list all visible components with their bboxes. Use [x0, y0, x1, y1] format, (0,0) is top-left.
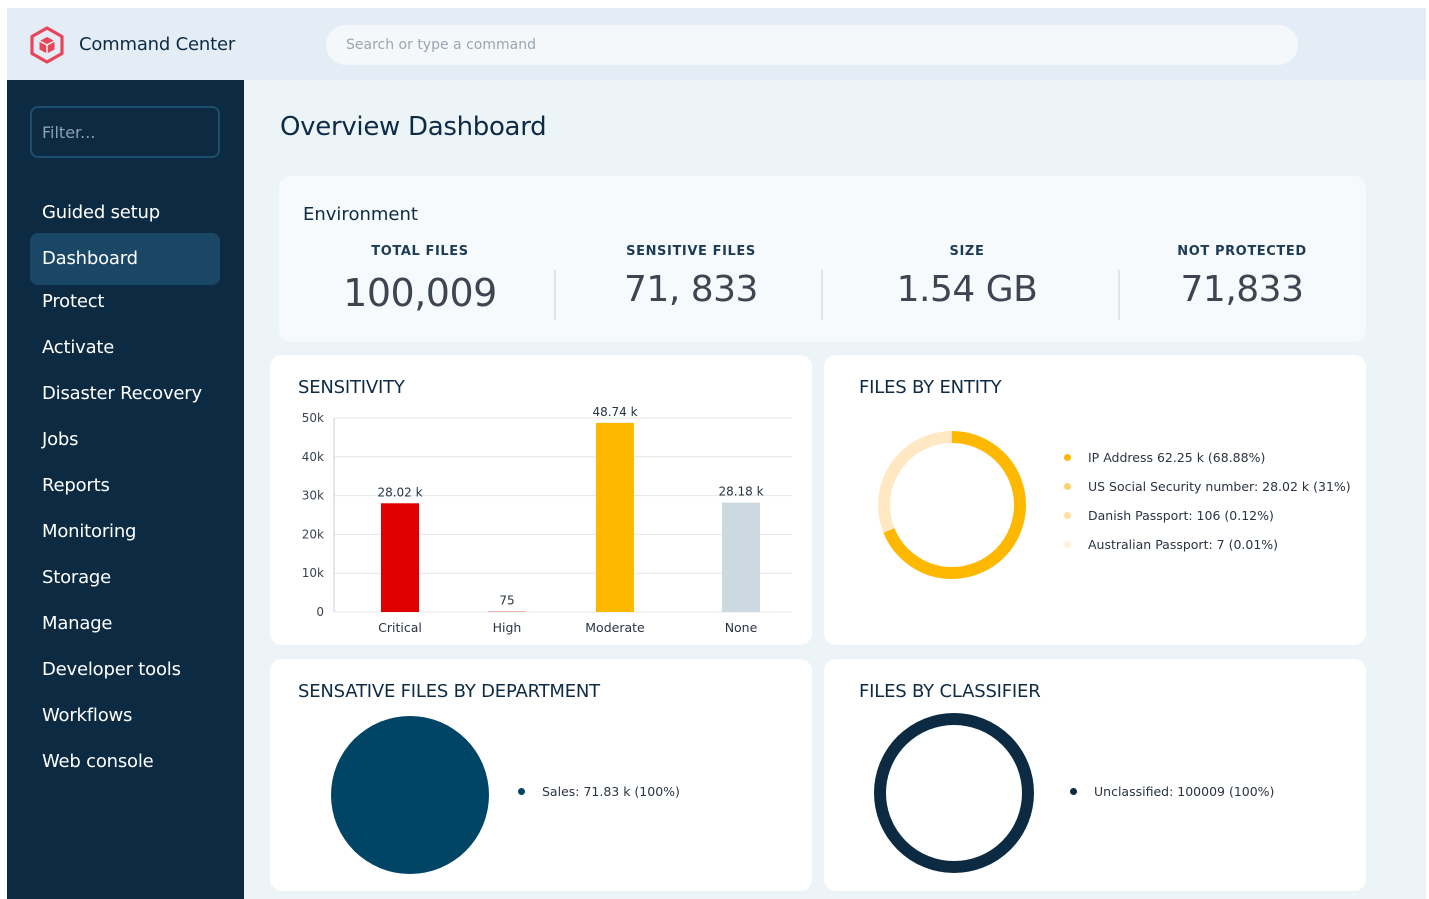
stat-value: 1.54 GB — [896, 269, 1038, 310]
x-tick-label: None — [725, 620, 758, 635]
x-tick-label: High — [493, 620, 522, 635]
legend-label: Sales: 71.83 k (100%) — [542, 784, 680, 799]
department-title: SENSATIVE FILES BY DEPARTMENT — [298, 681, 600, 702]
sidebar-item-storage[interactable]: Storage — [30, 555, 220, 601]
legend-dot — [518, 788, 525, 795]
pie-slice — [331, 716, 489, 874]
cube-logo-icon — [30, 26, 64, 64]
sensitivity-card: SENSITIVITY 0 10k 20k 30k 40k 50k 28.02 k Criti… — [270, 355, 812, 645]
legend-label: IP Address 62.25 k (68.88%) — [1088, 450, 1266, 465]
sidebar-item-jobs[interactable]: Jobs — [30, 417, 220, 463]
filter-input[interactable] — [30, 106, 220, 158]
app-window: Command Center Guided setup Dashboard Pr… — [7, 8, 1426, 899]
environment-title: Environment — [303, 204, 418, 225]
y-tick-label: 30k — [302, 489, 324, 503]
stat-label: NOT PROTECTED — [1177, 244, 1307, 259]
stat-not-protected: NOT PROTECTED 71,833 — [1112, 244, 1372, 310]
legend-dot — [1064, 512, 1071, 519]
legend-item: US Social Security number: 28.02 k (31%) — [1064, 472, 1351, 501]
stat-size: SIZE 1.54 GB — [837, 244, 1097, 310]
y-tick-label: 50k — [302, 411, 324, 425]
legend-dot — [1064, 454, 1071, 461]
sidebar-item-activate[interactable]: Activate — [30, 325, 220, 371]
top-bar: Command Center — [7, 8, 1426, 80]
sidebar-item-guided-setup[interactable]: Guided setup — [30, 190, 220, 236]
legend-item: Danish Passport: 106 (0.12%) — [1064, 501, 1351, 530]
department-pie-chart — [331, 716, 489, 874]
app-title: Command Center — [79, 34, 236, 55]
sidebar-item-developer-tools[interactable]: Developer tools — [30, 647, 220, 693]
donut-slice — [874, 713, 1034, 873]
sidebar-item-reports[interactable]: Reports — [30, 463, 220, 509]
legend-dot — [1064, 541, 1071, 548]
data-label: 75 — [499, 594, 514, 608]
sidebar-nav: Guided setup Dashboard Protect Activate … — [30, 190, 220, 785]
department-legend: Sales: 71.83 k (100%) — [518, 777, 680, 806]
bar — [381, 503, 419, 612]
data-label: 28.02 k — [377, 485, 422, 499]
bar — [596, 422, 634, 612]
sidebar-item-disaster-recovery[interactable]: Disaster Recovery — [30, 371, 220, 417]
legend-label: Danish Passport: 106 (0.12%) — [1088, 508, 1274, 523]
sidebar-item-web-console[interactable]: Web console — [30, 739, 220, 785]
classifier-title: FILES BY CLASSIFIER — [859, 681, 1041, 702]
classifier-card: FILES BY CLASSIFIER Unclassified: 100009… — [824, 659, 1366, 891]
legend-dot — [1064, 483, 1071, 490]
x-tick-label: Critical — [378, 620, 422, 635]
search-input[interactable] — [326, 25, 1298, 65]
y-tick-label: 0 — [316, 605, 324, 619]
legend-item: Unclassified: 100009 (100%) — [1070, 777, 1274, 806]
page-title: Overview Dashboard — [280, 112, 547, 142]
sidebar-item-manage[interactable]: Manage — [30, 601, 220, 647]
y-tick-label: 40k — [302, 450, 324, 464]
stat-sensitive-files: SENSITIVE FILES 71, 833 — [561, 244, 821, 310]
entity-legend: IP Address 62.25 k (68.88%) US Social Se… — [1064, 443, 1351, 559]
legend-item: Sales: 71.83 k (100%) — [518, 777, 680, 806]
stat-divider — [554, 270, 556, 320]
stat-value: 71,833 — [1180, 269, 1304, 310]
stat-label: TOTAL FILES — [371, 244, 469, 259]
sidebar: Guided setup Dashboard Protect Activate … — [7, 80, 244, 899]
legend-label: US Social Security number: 28.02 k (31%) — [1088, 479, 1351, 494]
data-label: 28.18 k — [718, 485, 763, 499]
stat-divider — [821, 270, 823, 320]
environment-card: Environment TOTAL FILES 100,009 SENSITIV… — [279, 176, 1366, 342]
y-tick-label: 10k — [302, 566, 324, 580]
sidebar-item-workflows[interactable]: Workflows — [30, 693, 220, 739]
legend-dot — [1070, 788, 1077, 795]
y-tick-label: 20k — [302, 527, 324, 541]
legend-item: Australian Passport: 7 (0.01%) — [1064, 530, 1351, 559]
sidebar-item-monitoring[interactable]: Monitoring — [30, 509, 220, 555]
sidebar-item-dashboard[interactable]: Dashboard — [30, 233, 220, 285]
classifier-legend: Unclassified: 100009 (100%) — [1070, 777, 1274, 806]
stat-value: 71, 833 — [624, 269, 758, 310]
x-tick-label: Moderate — [585, 620, 645, 635]
legend-label: Unclassified: 100009 (100%) — [1094, 784, 1275, 799]
sidebar-item-protect[interactable]: Protect — [30, 279, 220, 325]
entity-donut-chart — [878, 431, 1026, 579]
stat-label: SIZE — [949, 244, 985, 259]
sensitivity-bar-chart: 0 10k 20k 30k 40k 50k 28.02 k Critical 75 High 48.… — [302, 405, 792, 635]
files-by-entity-card: FILES BY ENTITY IP Address 62.25 k (68.8… — [824, 355, 1366, 645]
legend-label: Australian Passport: 7 (0.01%) — [1088, 537, 1279, 552]
department-card: SENSATIVE FILES BY DEPARTMENT Sales: 71.… — [270, 659, 812, 891]
bar — [722, 502, 760, 612]
classifier-donut-chart — [874, 713, 1034, 873]
data-label: 48.74 k — [592, 405, 637, 419]
stat-value: 100,009 — [343, 271, 497, 315]
legend-item: IP Address 62.25 k (68.88%) — [1064, 443, 1351, 472]
main-content: Overview Dashboard Environment TOTAL FIL… — [244, 80, 1426, 899]
stat-label: SENSITIVE FILES — [626, 244, 756, 259]
files-by-entity-title: FILES BY ENTITY — [859, 377, 1002, 398]
stat-total-files: TOTAL FILES 100,009 — [290, 244, 550, 315]
